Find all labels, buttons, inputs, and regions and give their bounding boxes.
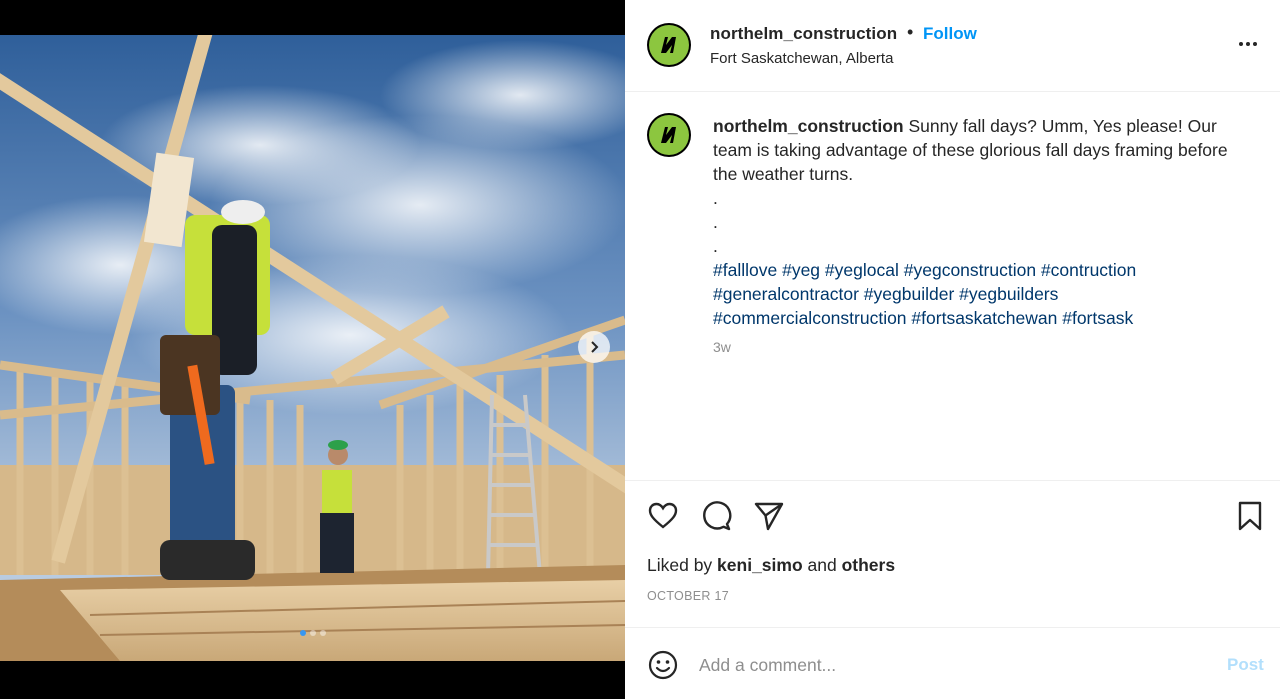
hashtag-link[interactable]: #yegbuilder [864,284,954,304]
post-caption: northelm_construction Sunny fall days? U… [713,114,1253,330]
emoji-icon[interactable] [647,649,679,681]
hashtag-link[interactable]: #contruction [1041,260,1136,280]
comment-input[interactable] [699,650,1199,680]
carousel-dot-3 [319,630,326,636]
carousel-dot-1 [299,630,306,636]
caption-dot-line: . [713,188,718,208]
post-age-timestamp[interactable]: 3w [713,339,731,355]
liked-by-middle: and [802,555,842,575]
liked-others-link[interactable]: others [842,555,895,575]
brand-logo-icon [649,115,689,155]
caption-dot-line: . [713,236,718,256]
hashtag-link[interactable]: #fortsask [1062,308,1133,328]
liked-by-prefix: Liked by [647,555,718,575]
construction-photo-illustration [0,35,625,661]
post-date: OCTOBER 17 [647,589,729,603]
hashtag-link[interactable]: #fortsaskatchewan [911,308,1057,328]
action-bar [625,482,1280,550]
caption-dot-line: . [713,212,718,232]
post-detail-panel: northelm_construction • Follow Fort Sask… [625,0,1280,699]
hashtag-link[interactable]: #yeglocal [825,260,899,280]
post-media-pane [0,0,625,699]
comment-icon[interactable] [700,500,732,532]
caption-avatar[interactable] [647,113,691,157]
likes-summary: Liked by keni_simo and others [647,555,895,576]
liked-user-link[interactable]: keni_simo [717,555,803,575]
follow-button[interactable]: Follow [923,24,977,44]
post-photo[interactable] [0,35,625,661]
author-username-link[interactable]: northelm_construction [710,24,897,44]
hashtag-link[interactable]: #commercialconstruction [713,308,907,328]
comments-area: northelm_construction Sunny fall days? U… [625,93,1280,481]
send-icon[interactable] [753,500,785,532]
chevron-right-icon [591,341,599,353]
comment-bar: Post [625,627,1280,699]
carousel-indicator [0,630,625,636]
avatar[interactable] [647,23,691,67]
carousel-next-button[interactable] [578,331,610,363]
post-comment-button[interactable]: Post [1227,655,1264,675]
brand-logo-icon [649,25,689,65]
more-options-icon[interactable] [1236,36,1260,52]
hashtag-link[interactable]: #yegconstruction [904,260,1036,280]
separator-dot: • [907,22,914,42]
caption-username-link[interactable]: northelm_construction [713,116,904,136]
hashtag-link[interactable]: #yeg [782,260,820,280]
hashtag-link[interactable]: #yegbuilders [959,284,1058,304]
carousel-dot-2 [309,630,316,636]
hashtag-link[interactable]: #falllove [713,260,777,280]
hashtag-list: #falllove #yeg #yeglocal #yegconstructio… [713,260,1136,328]
hashtag-link[interactable]: #generalcontractor [713,284,859,304]
post-header: northelm_construction • Follow Fort Sask… [625,0,1280,92]
location-link[interactable]: Fort Saskatchewan, Alberta [710,50,893,67]
bookmark-icon[interactable] [1234,500,1266,532]
heart-icon[interactable] [647,500,679,532]
